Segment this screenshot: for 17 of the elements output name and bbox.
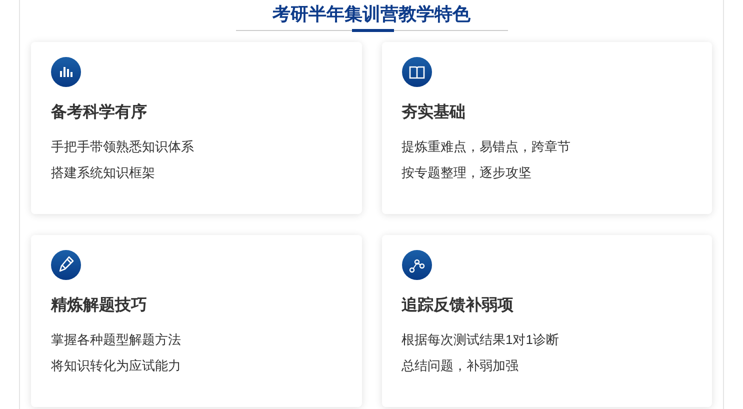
- feature-title: 夯实基础: [402, 103, 466, 123]
- feature-description: 将知识转化为应试能力: [51, 357, 182, 375]
- feature-description: 搭建系统知识框架: [51, 164, 156, 182]
- feature-title: 精炼解题技巧: [51, 296, 148, 316]
- feature-description: 按专题整理，逐步攻坚: [402, 164, 532, 182]
- network-icon: [402, 250, 432, 280]
- bar-chart-icon: [51, 57, 81, 87]
- feature-description: 手把手带领熟悉知识体系: [51, 138, 195, 156]
- book-icon: [402, 57, 432, 87]
- pencil-icon: [51, 250, 81, 280]
- feature-description: 根据每次测试结果1对1诊断: [402, 331, 560, 349]
- feature-title: 备考科学有序: [51, 103, 148, 123]
- feature-description: 提炼重难点，易错点，跨章节: [402, 138, 572, 156]
- feature-description: 总结问题，补弱加强: [402, 357, 520, 375]
- section-title: 考研半年集训营教学特色: [272, 3, 470, 26]
- feature-description: 掌握各种题型解题方法: [51, 331, 182, 349]
- feature-title: 追踪反馈补弱项: [402, 296, 514, 316]
